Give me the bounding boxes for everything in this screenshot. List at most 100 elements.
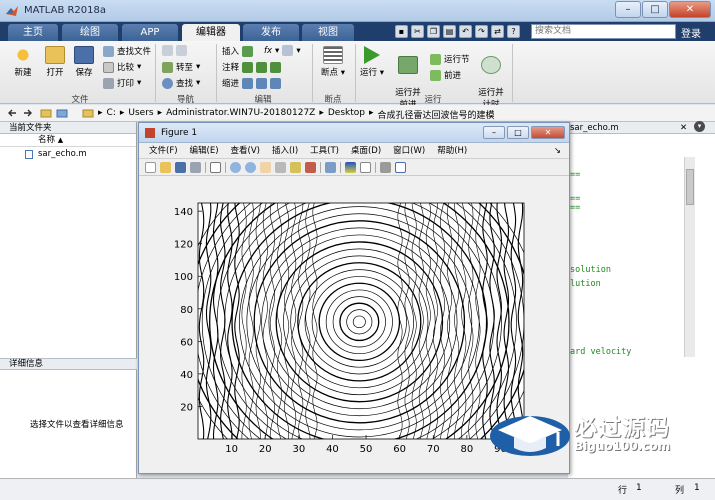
menu-window[interactable]: 窗口(W) (393, 143, 425, 158)
breadcrumb-users[interactable]: Users (128, 108, 153, 121)
figure-close-button[interactable]: ✕ (531, 126, 565, 139)
menu-edit[interactable]: 编辑(E) (190, 143, 219, 158)
code-line: solution (570, 265, 611, 275)
ribbon-separator (512, 44, 513, 102)
panel-menu-icon[interactable]: ▾ (694, 121, 705, 132)
undo-quick-icon[interactable]: ↶ (459, 25, 472, 38)
code-line: ard velocity (570, 347, 632, 357)
colorbar-icon[interactable] (345, 161, 356, 173)
tab-editor[interactable]: 编辑器 (182, 24, 240, 41)
y-tick-label: 20 (180, 402, 193, 413)
ribbon-toolstrip: 新建 打开 保存 查找文件 比较 ▾ 打印 ▾ 文件 转至 ▾ 查找 ▾ 导航 … (0, 41, 715, 110)
watermark-big-text: 必过源码 (574, 415, 670, 441)
paste-quick-icon[interactable]: ▤ (443, 25, 456, 38)
watermark-logo: 必过源码 Biguo100.com (488, 406, 698, 458)
nav-back-pair[interactable] (162, 45, 187, 56)
name-column-header[interactable]: 名称 ▲ (0, 134, 136, 147)
run-section-button[interactable]: 运行节 (430, 53, 470, 65)
open-button[interactable]: 打开 (42, 46, 68, 78)
comment-button[interactable]: 注释 (222, 61, 282, 73)
save-figure-icon[interactable] (175, 161, 186, 173)
tab-home[interactable]: 主页 (8, 24, 58, 41)
pointer-icon[interactable] (210, 161, 221, 173)
breadcrumb-project[interactable]: 合成孔径雷达回波信号的建模 (378, 108, 495, 121)
tab-view[interactable]: 视图 (302, 24, 354, 41)
find-files-icon (103, 45, 114, 57)
sort-arrow-icon: ▲ (57, 136, 64, 144)
find-button[interactable]: 查找 ▾ (162, 77, 200, 89)
data-cursor-icon[interactable] (290, 161, 301, 173)
breadcrumb-desktop[interactable]: Desktop (328, 108, 365, 121)
copy-quick-icon[interactable]: ❐ (427, 25, 440, 38)
tab-plots[interactable]: 绘图 (62, 24, 118, 41)
editor-tab[interactable]: sar_echo.m (570, 122, 619, 134)
nav-arrow-icon (176, 45, 187, 56)
forward-arrow-icon[interactable] (22, 107, 34, 119)
redo-quick-icon[interactable]: ↷ (475, 25, 488, 38)
maximize-button[interactable]: □ (642, 1, 668, 18)
graduation-cap-logo-icon (490, 416, 570, 456)
row-label: 行 (618, 486, 628, 496)
back-arrow-icon[interactable] (6, 107, 18, 119)
tab-apps[interactable]: APP (122, 24, 178, 41)
print-figure-icon[interactable] (190, 161, 201, 173)
hide-tools-icon[interactable] (380, 161, 391, 173)
breadcrumb-sep: ▸ (119, 108, 125, 118)
breadcrumb-drive[interactable]: C: (107, 108, 116, 121)
scrollbar-thumb[interactable] (686, 169, 694, 205)
navigate-group-label: 导航 (176, 95, 194, 105)
figure-minimize-button[interactable]: – (483, 126, 505, 139)
function-button[interactable]: fx ▾ ▾ (264, 45, 301, 56)
browse-folder-icon[interactable] (56, 107, 68, 119)
menu-view[interactable]: 查看(V) (231, 143, 260, 158)
pan-hand-icon[interactable] (260, 161, 271, 173)
run-button[interactable]: 运行 ▾ (358, 46, 386, 78)
up-folder-icon[interactable] (40, 107, 52, 119)
brush-icon[interactable] (305, 161, 316, 173)
search-documentation-input[interactable]: 搜索文档 (531, 24, 676, 39)
panel-close-icon[interactable]: ✕ (680, 122, 687, 134)
file-item[interactable]: sar_echo.m (0, 147, 136, 161)
menu-file[interactable]: 文件(F) (149, 143, 178, 158)
switch-window-icon[interactable]: ⇄ (491, 25, 504, 38)
menu-tools[interactable]: 工具(T) (310, 143, 339, 158)
menu-desktop[interactable]: 桌面(D) (351, 143, 381, 158)
save-quick-icon[interactable]: ▪ (395, 25, 408, 38)
indent-button[interactable]: 缩进 (222, 77, 282, 89)
toolbar-separator (225, 161, 226, 173)
figure-titlebar: Figure 1 – □ ✕ (139, 123, 569, 143)
editor-scrollbar[interactable] (684, 157, 695, 357)
figure-maximize-button[interactable]: □ (507, 126, 529, 139)
close-button[interactable]: ✕ (669, 1, 711, 18)
open-file-icon[interactable] (160, 161, 171, 173)
find-files-button[interactable]: 查找文件 (103, 45, 151, 57)
login-link[interactable]: 登录 (681, 25, 701, 40)
zoom-out-icon[interactable] (245, 161, 256, 173)
menu-help[interactable]: 帮助(H) (437, 143, 467, 158)
compare-button[interactable]: 比较 ▾ (103, 61, 141, 73)
cut-quick-icon[interactable]: ✂ (411, 25, 424, 38)
show-tools-icon[interactable] (395, 161, 406, 173)
help-quick-icon[interactable]: ? (507, 25, 520, 38)
advance-button[interactable]: 前进 (430, 69, 461, 81)
legend-icon[interactable] (360, 161, 371, 173)
insert-button[interactable]: 插入 (222, 45, 254, 57)
print-button[interactable]: 打印 ▾ (103, 77, 141, 89)
toolbar-separator (375, 161, 376, 173)
minimize-button[interactable]: – (615, 1, 641, 18)
save-button[interactable]: 保存 (71, 46, 97, 78)
link-plot-icon[interactable] (325, 161, 336, 173)
breakpoints-button[interactable]: 断点 ▾ (318, 46, 348, 78)
new-button[interactable]: 新建 (10, 46, 36, 78)
breadcrumb-admin[interactable]: Administrator.WIN7U-20180127Z (166, 108, 315, 121)
zoom-in-icon[interactable] (230, 161, 241, 173)
new-figure-icon[interactable] (145, 161, 156, 173)
x-tick-label: 40 (326, 444, 339, 455)
menu-insert[interactable]: 插入(I) (272, 143, 298, 158)
rotate-3d-icon[interactable] (275, 161, 286, 173)
menu-dock-arrow-icon[interactable]: ↘ (554, 143, 561, 158)
goto-button[interactable]: 转至 ▾ (162, 61, 200, 73)
tab-publish[interactable]: 发布 (243, 24, 299, 41)
breakpoints-icon (323, 46, 343, 64)
y-tick-label: 80 (180, 305, 193, 316)
